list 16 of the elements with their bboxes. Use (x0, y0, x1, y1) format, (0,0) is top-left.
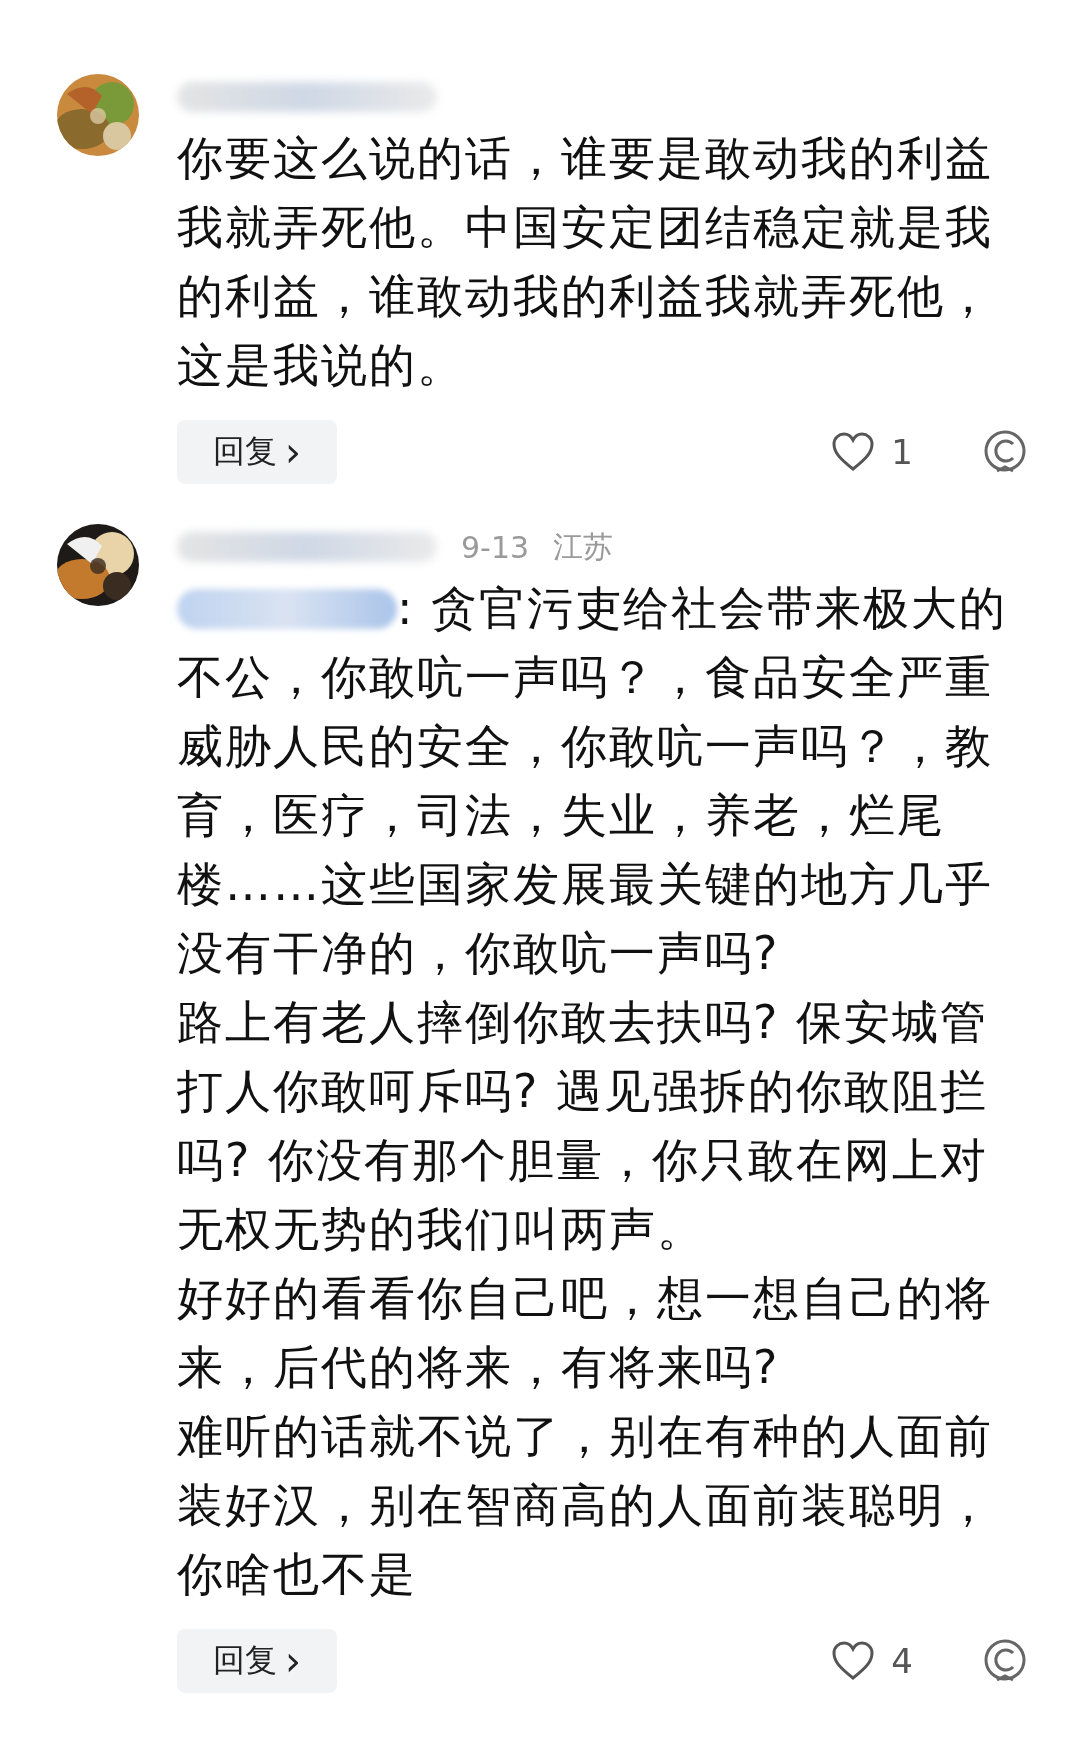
comment-text: 难听的话就不说了，别在有种的人面前装好汉，别在智商高的人面前装聪明，你啥也不是 (177, 1409, 993, 1601)
comment-text: 好好的看看你自己吧，想一想自己的将来，后代的将来，有将来吗? (177, 1271, 993, 1394)
comment-text: : 贪官污吏给社会带来极大的 (397, 580, 1008, 637)
comment-location: 江苏 (553, 527, 614, 566)
comment-text: 你要这么说的话，谁要是敢动我的利益我就弄死他。中国安定团结稳定就是我的利益，谁敢动我的利益我就弄死他，这是我说的。 (177, 131, 993, 392)
heart-icon[interactable] (831, 1641, 876, 1681)
like-count: 1 (891, 432, 913, 472)
reply-button[interactable]: 回复 › (177, 1629, 337, 1693)
comment-date: 9-13 (461, 529, 530, 565)
sticker-icon[interactable] (983, 429, 1027, 475)
heart-icon[interactable] (831, 432, 876, 472)
reply-button[interactable]: 回复 › (177, 420, 337, 484)
sticker-icon[interactable] (983, 1638, 1027, 1684)
comment-text: 路上有老人摔倒你敢去扶吗? 保安城管打人你敢呵斥吗? 遇见强拆的你敢阻拦吗? 你没有那个胆量，你只敢在网上对无权无势的我们叫两声。 (177, 995, 989, 1256)
comment-text: 不公，你敢吭一声吗？，食品安全严重威胁人民的安全，你敢吭一声吗？，教育，医疗，司法，失业，养老，烂尾楼……这些国家发展最关键的地方几乎没有干净的，你敢吭一声吗? (177, 650, 993, 980)
like-count: 4 (891, 1641, 913, 1681)
